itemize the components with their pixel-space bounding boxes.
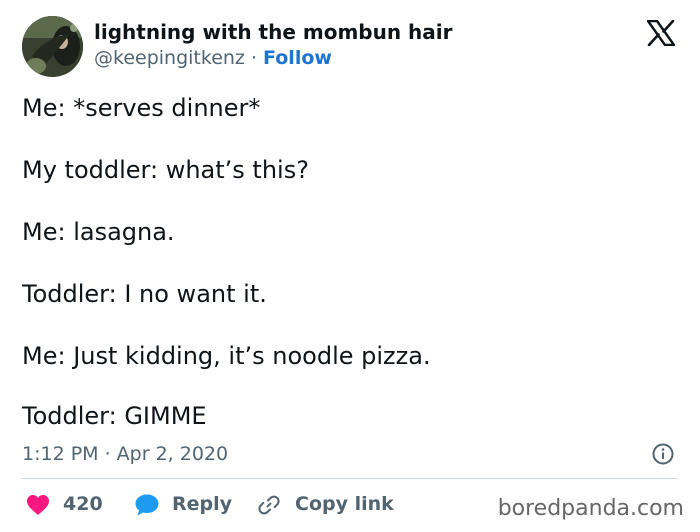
tweet-line: Toddler: I no want it. (22, 280, 267, 308)
copy-link-label: Copy link (295, 493, 394, 515)
tweet-timestamp[interactable]: 1:12 PM · Apr 2, 2020 (22, 443, 228, 465)
follow-button[interactable]: Follow (263, 47, 332, 69)
tweet-line: Me: lasagna. (22, 218, 175, 246)
reply-label: Reply (172, 493, 233, 515)
author-handle-row: @keepingitkenz · Follow (94, 47, 332, 69)
heart-icon (27, 495, 49, 515)
avatar[interactable] (22, 16, 83, 77)
author-name[interactable]: lightning with the mombun hair (94, 20, 453, 44)
link-icon (258, 495, 280, 515)
info-icon[interactable] (652, 443, 674, 465)
watermark: boredpanda.com (497, 496, 684, 521)
avatar-image (22, 16, 83, 77)
x-logo-icon[interactable] (647, 20, 675, 46)
divider (22, 478, 678, 479)
author-handle[interactable]: @keepingitkenz (94, 47, 245, 69)
handle-separator: · (250, 47, 257, 69)
tweet-line: Me: *serves dinner* (22, 94, 261, 122)
tweet-line: Me: Just kidding, it’s noodle pizza. (22, 342, 431, 370)
tweet-line: My toddler: what’s this? (22, 156, 309, 184)
speech-bubble-icon (135, 494, 159, 516)
like-count: 420 (63, 493, 103, 515)
tweet-line: Toddler: GIMME (22, 402, 207, 430)
